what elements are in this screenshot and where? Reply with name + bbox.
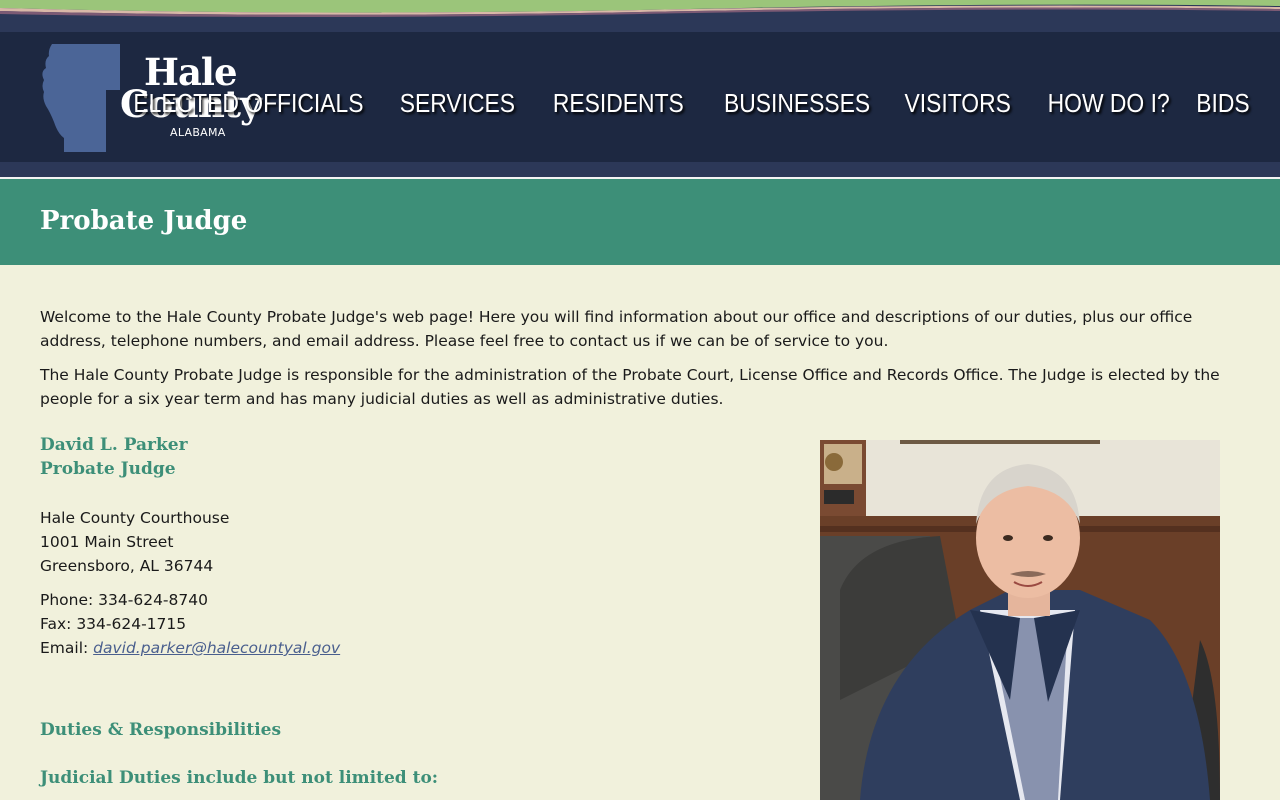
fax-number: Fax: 334-624-1715	[40, 615, 187, 633]
email-label: Email:	[40, 639, 94, 657]
nav-bids[interactable]: BIDS	[1197, 86, 1250, 120]
contact-numbers: Phone: 334-624-8740 Fax: 334-624-1715 Em…	[40, 588, 740, 660]
nav-how-do-i[interactable]: HOW DO I?	[1047, 86, 1169, 120]
judge-portrait-photo	[820, 440, 1220, 800]
nav-services[interactable]: SERVICES	[399, 86, 514, 120]
intro-section: Welcome to the Hale County Probate Judge…	[40, 305, 1230, 411]
logo-text-state: ALABAMA	[170, 126, 226, 139]
page-title: Probate Judge	[40, 206, 248, 236]
address-line: 1001 Main Street	[40, 533, 174, 551]
nav-residents[interactable]: RESIDENTS	[553, 86, 684, 120]
official-role: Probate Judge	[40, 459, 176, 479]
intro-paragraph-welcome: Welcome to the Hale County Probate Judge…	[40, 308, 1193, 350]
duties-heading: Duties & Responsibilities	[40, 720, 282, 740]
nav-elected-officials[interactable]: ELECTED OFFICIALS	[134, 86, 364, 120]
address-line: Greensboro, AL 36744	[40, 557, 214, 575]
intro-paragraph-responsibility: The Hale County Probate Judge is respons…	[40, 366, 1220, 408]
top-decorative-band	[0, 0, 1280, 32]
address-line: Hale County Courthouse	[40, 509, 230, 527]
judicial-duties-heading: Judicial Duties include but not limited …	[40, 768, 439, 788]
phone-number: Phone: 334-624-8740	[40, 591, 208, 609]
main-navigation: ELECTED OFFICIALS SERVICES RESIDENTS BUS…	[102, 86, 1250, 120]
official-name: David L. Parker	[40, 435, 188, 455]
nav-visitors[interactable]: VISITORS	[904, 86, 1010, 120]
office-address: Hale County Courthouse 1001 Main Street …	[40, 506, 740, 578]
nav-businesses[interactable]: BUSINESSES	[724, 86, 870, 120]
email-row: Email: david.parker@halecountyal.gov	[40, 636, 740, 660]
email-link[interactable]: david.parker@halecountyal.gov	[93, 639, 340, 657]
contact-block: David L. Parker Probate Judge Hale Count…	[40, 433, 740, 660]
header-bottom-strip	[0, 162, 1280, 177]
